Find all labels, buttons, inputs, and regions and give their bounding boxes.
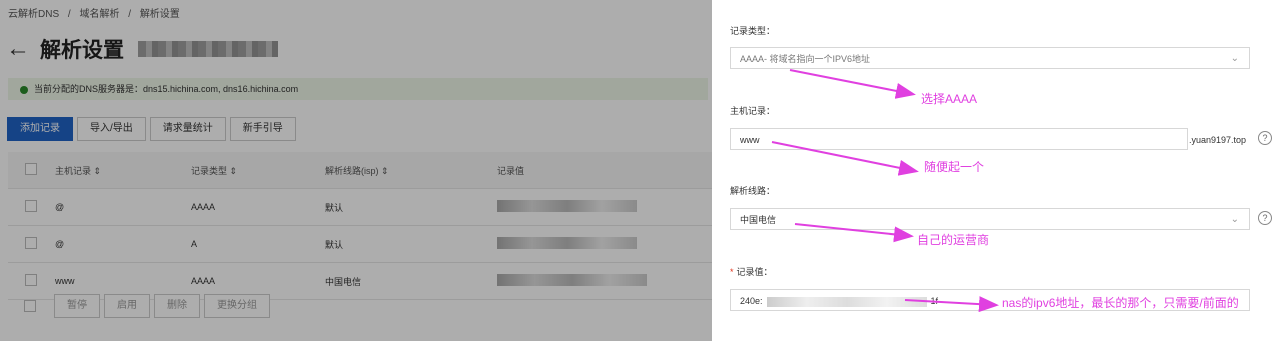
annotation-isp: 自己的运营商 (917, 233, 990, 247)
annotation-ipv6: nas的ipv6地址，最长的那个，只需要/前面的 (1002, 296, 1239, 310)
arrow-to-host (771, 141, 919, 176)
annotation-host: 随便起一个 (924, 160, 985, 174)
arrow-to-record-type (789, 69, 916, 99)
arrow-to-record-value (904, 296, 999, 313)
arrow-to-line (794, 223, 914, 243)
annotation-arrows (771, 69, 999, 313)
annotation-select-aaaa: 选择AAAA (921, 92, 978, 106)
